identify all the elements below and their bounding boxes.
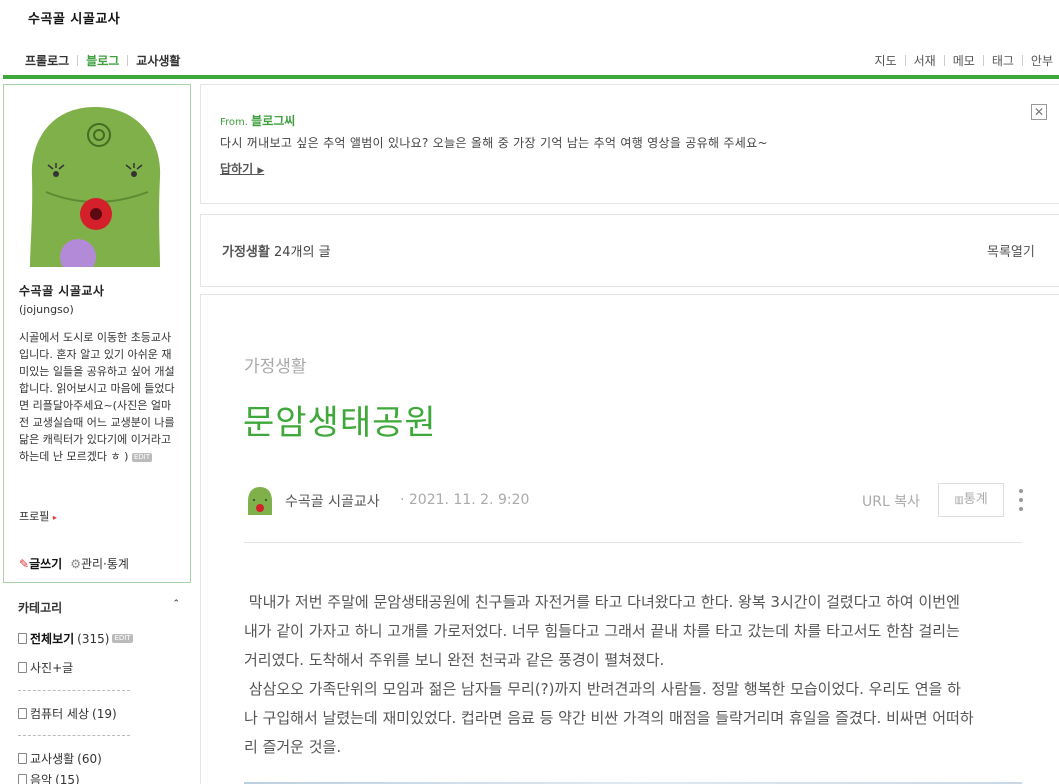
blog-title[interactable]: 수곡골 시골교사 bbox=[28, 8, 120, 27]
post-body-line: 나 구입해서 날렸는데 재미있었다. 컵라면 음료 등 약간 비싼 가격의 매점… bbox=[244, 709, 974, 727]
header-divider bbox=[3, 75, 1059, 79]
post-title: 문암생태공원 bbox=[243, 403, 437, 443]
nav-memo[interactable]: 메모 bbox=[953, 52, 975, 69]
list-category-name[interactable]: 가정생활 bbox=[222, 245, 270, 260]
character-illustration bbox=[30, 107, 161, 267]
category-header[interactable]: 카테고리 ⌃ bbox=[18, 599, 180, 616]
category-item-photo[interactable]: 사진+글 bbox=[18, 659, 73, 676]
category-divider bbox=[18, 690, 130, 691]
post-body: 막내가 저번 주말에 문암생태공원에 친구들과 자전거를 타고 다녀왔다고 한다… bbox=[244, 588, 1024, 762]
gear-icon: ⚙ bbox=[70, 557, 81, 571]
profile-description: 시골에서 도시로 이동한 초등교사입니다. 혼자 알고 있기 아쉬운 재미있는 … bbox=[19, 329, 181, 465]
post-body-line: 거리였다. 도착해서 주위를 보니 완전 천국과 같은 풍경이 펼쳐졌다. bbox=[244, 651, 665, 669]
category-divider bbox=[18, 735, 130, 736]
notice-from-prefix: From. bbox=[220, 117, 248, 128]
nav-prologue[interactable]: 프롤로그 bbox=[25, 52, 69, 69]
category-label: 컴퓨터 세상 bbox=[30, 707, 90, 721]
category-item-computer[interactable]: 컴퓨터 세상 (19) bbox=[18, 705, 117, 722]
nav-library[interactable]: 서재 bbox=[914, 52, 936, 69]
stats-button[interactable]: ▥통계 bbox=[938, 483, 1004, 517]
profile-avatar[interactable] bbox=[20, 97, 170, 267]
notice-message: 다시 꺼내보고 싶은 추억 앨범이 있나요? 오늘은 올해 중 가장 기억 남는… bbox=[220, 136, 768, 150]
top-nav-right: 지도 서재 메모 태그 안부 bbox=[875, 52, 1053, 69]
arrow-right-icon: ▸ bbox=[52, 513, 57, 522]
post-divider bbox=[244, 542, 1022, 543]
manage-stats-button[interactable]: ⚙관리·통계 bbox=[70, 555, 129, 572]
more-options-icon[interactable] bbox=[1017, 489, 1025, 511]
post-date: · 2021. 11. 2. 9:20 bbox=[400, 492, 530, 508]
document-icon bbox=[18, 774, 27, 784]
post-body-line: 삼삼오오 가족단위의 모임과 젊은 남자들 무리(?)까지 반려견과의 사람들.… bbox=[244, 680, 961, 698]
write-label: 글쓰기 bbox=[29, 557, 63, 571]
profile-name[interactable]: 수곡골 시골교사 bbox=[19, 282, 104, 299]
category-label: 사진+글 bbox=[30, 661, 74, 675]
nav-map[interactable]: 지도 bbox=[875, 52, 897, 69]
document-icon bbox=[18, 753, 27, 764]
profile-box: 수곡골 시골교사 (jojungso) 시골에서 도시로 이동한 초등교사입니다… bbox=[3, 84, 191, 583]
open-list-button[interactable]: 목록열기 bbox=[987, 241, 1035, 260]
post-body-line: 내가 같이 가자고 하니 고개를 가로저었다. 너무 힘들다고 그래서 끝내 차… bbox=[244, 622, 960, 640]
bar-chart-icon: ▥ bbox=[954, 495, 964, 506]
list-category: 가정생활 24개의 글 bbox=[222, 241, 331, 260]
nav-separator bbox=[77, 55, 79, 66]
nav-tag[interactable]: 태그 bbox=[992, 52, 1014, 69]
nav-blog[interactable]: 블로그 bbox=[86, 52, 119, 69]
document-icon bbox=[18, 708, 27, 719]
category-title: 카테고리 bbox=[18, 601, 63, 615]
category-item-all[interactable]: 전체보기 (315) EDIT bbox=[18, 630, 133, 647]
reply-label: 답하기 bbox=[220, 162, 254, 176]
blog-question-notice: From. 블로그씨 다시 꺼내보고 싶은 추억 앨범이 있나요? 오늘은 올해… bbox=[200, 84, 1059, 204]
category-count: (315) bbox=[77, 631, 110, 646]
category-item-teacher[interactable]: 교사생활 (60) bbox=[18, 750, 102, 767]
profile-link-label: 프로필 bbox=[19, 510, 50, 523]
play-arrow-icon: ▶ bbox=[257, 166, 265, 176]
category-label: 교사생활 bbox=[30, 752, 75, 766]
profile-description-text: 시골에서 도시로 이동한 초등교사입니다. 혼자 알고 있기 아쉬운 재미있는 … bbox=[19, 331, 175, 463]
category-label: 음악 bbox=[30, 773, 53, 784]
profile-actions: ✎글쓰기 ⚙관리·통계 bbox=[19, 555, 129, 572]
manage-label: 관리·통계 bbox=[80, 557, 129, 571]
post-body-line: 리 즐거운 것을. bbox=[244, 738, 342, 756]
stats-label: 통계 bbox=[963, 492, 988, 507]
list-post-count: 24개의 글 bbox=[273, 245, 331, 260]
category-count: (60) bbox=[77, 751, 102, 766]
nav-separator bbox=[982, 55, 984, 66]
profile-edit-badge[interactable]: EDIT bbox=[131, 452, 153, 462]
nav-guestbook[interactable]: 안부 bbox=[1031, 52, 1053, 69]
author-avatar-illustration bbox=[248, 487, 272, 515]
post-category[interactable]: 가정생활 bbox=[244, 352, 307, 377]
nav-separator bbox=[943, 55, 945, 66]
post-author[interactable]: 수곡골 시골교사 bbox=[285, 491, 380, 511]
notice-from-name[interactable]: 블로그씨 bbox=[251, 114, 295, 128]
category-label: 전체보기 bbox=[30, 632, 75, 646]
nav-teacher-life[interactable]: 교사생활 bbox=[136, 52, 180, 69]
document-icon bbox=[18, 662, 27, 673]
write-post-button[interactable]: ✎글쓰기 bbox=[19, 555, 62, 572]
profile-link[interactable]: 프로필 ▸ bbox=[19, 508, 57, 524]
category-count: (19) bbox=[92, 706, 117, 721]
author-avatar[interactable] bbox=[245, 485, 275, 515]
nav-separator bbox=[904, 55, 906, 66]
nav-separator bbox=[1021, 55, 1023, 66]
close-icon[interactable]: ✕ bbox=[1031, 104, 1047, 120]
chevron-up-icon[interactable]: ⌃ bbox=[172, 599, 180, 616]
post-list-bar: 가정생활 24개의 글 목록열기 bbox=[200, 214, 1059, 287]
document-icon bbox=[18, 633, 27, 644]
profile-id: (jojungso) bbox=[19, 303, 74, 316]
category-item-music[interactable]: 음악 (15) bbox=[18, 771, 80, 784]
nav-separator bbox=[127, 55, 129, 66]
top-nav-left: 프롤로그 블로그 교사생활 bbox=[25, 52, 180, 69]
category-edit-badge[interactable]: EDIT bbox=[112, 634, 133, 643]
reply-link[interactable]: 답하기 ▶ bbox=[220, 160, 264, 177]
copy-url-button[interactable]: URL 복사 bbox=[862, 491, 920, 511]
category-count: (15) bbox=[55, 772, 80, 784]
post-container: 가정생활 문암생태공원 수곡골 시골교사 · 2021. 11. 2. 9:20… bbox=[200, 294, 1059, 784]
post-body-line: 막내가 저번 주말에 문암생태공원에 친구들과 자전거를 타고 다녀왔다고 한다… bbox=[244, 593, 960, 611]
notice-from: From. 블로그씨 bbox=[220, 112, 295, 129]
pencil-icon: ✎ bbox=[19, 557, 30, 571]
